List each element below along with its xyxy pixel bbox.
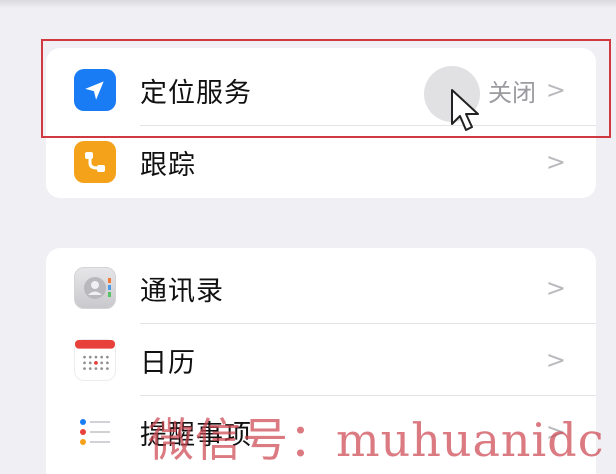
row-tracking[interactable]: 跟踪 > [46,126,596,198]
tracking-icon [74,141,116,183]
privacy-group-location: 定位服务 关闭 > 跟踪 > [46,48,596,198]
mouse-cursor-icon [451,89,479,131]
calendar-icon [74,339,116,381]
top-shade [0,0,616,8]
row-label: 定位服务 [140,77,252,109]
contacts-icon [74,267,116,309]
reminders-icon [74,411,116,453]
row-label: 日历 [140,347,196,379]
chevron-right-icon: > [545,76,566,104]
location-arrow-icon [74,69,116,111]
row-label: 通讯录 [140,275,224,307]
row-location-services[interactable]: 定位服务 关闭 > [46,54,596,126]
chevron-right-icon: > [545,346,566,374]
watermark: 微信号：muhuanidc [148,413,605,467]
row-calendar[interactable]: 日历 > [46,324,596,396]
row-value: 关闭 [488,78,536,107]
row-label: 跟踪 [140,149,196,181]
row-contacts[interactable]: 通讯录 > [46,252,596,324]
chevron-right-icon: > [545,148,566,176]
chevron-right-icon: > [545,274,566,302]
